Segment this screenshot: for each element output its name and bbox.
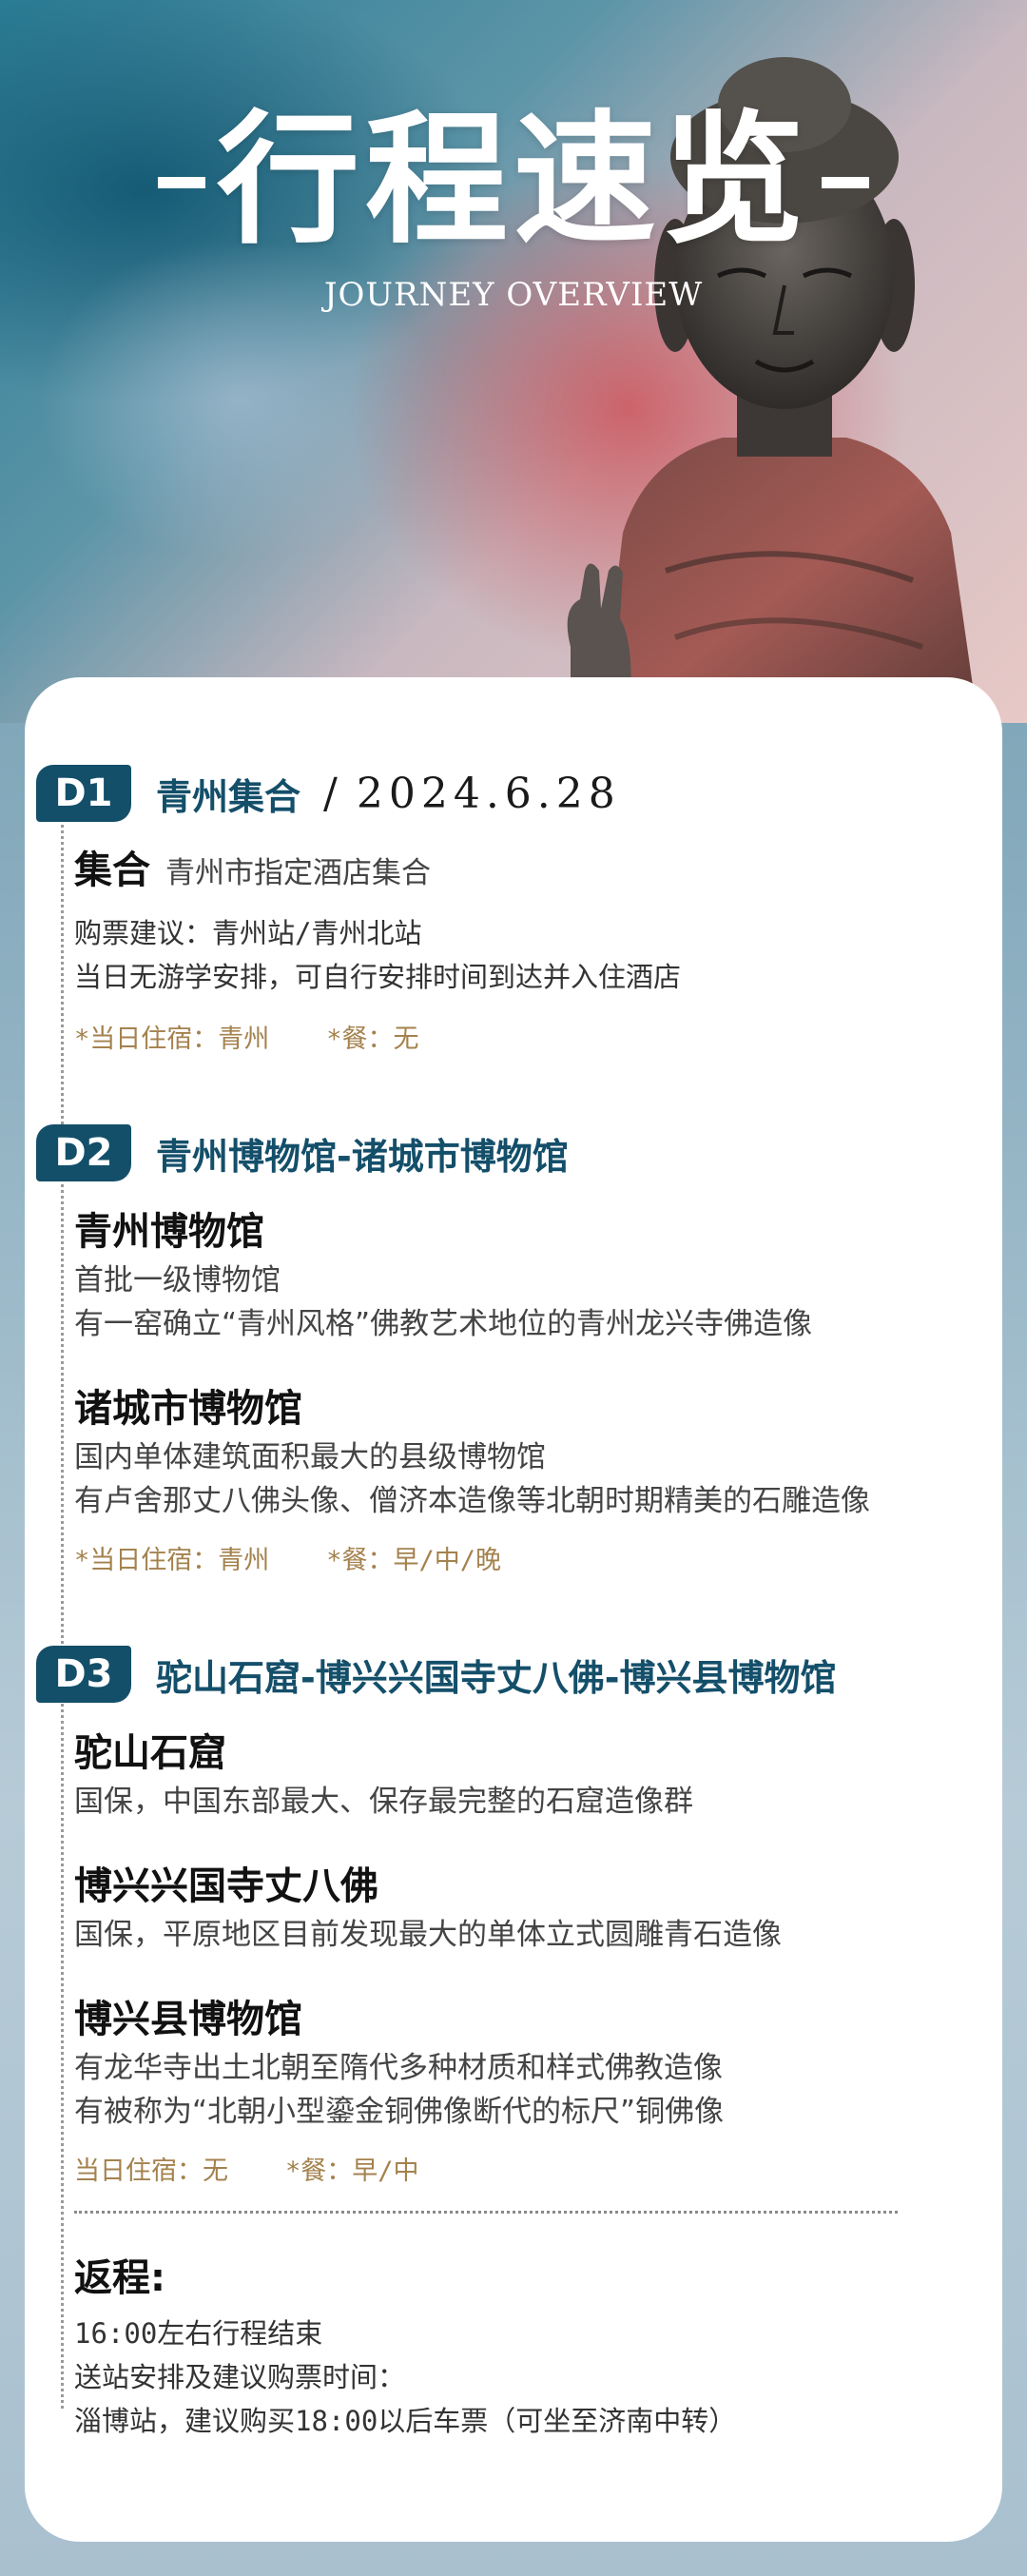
day2-place-desc: 有卢舍那丈八佛头像、僧济本造像等北朝时期精美的石雕造像 (74, 1484, 870, 1518)
day2-place-name: 青州博物馆 (74, 1210, 264, 1254)
day3-tips: 当日住宿：无 *餐：早/中 (74, 2150, 419, 2187)
day1-tips: *当日住宿：青州 *餐：无 (74, 1018, 419, 1055)
day1-badge: D1 (36, 765, 131, 822)
day1-title: 青州集合 (156, 775, 301, 818)
day1-header: D1 青州集合 /2024.6.28 (36, 765, 621, 822)
day2-place-desc: 首批一级博物馆 (74, 1263, 281, 1298)
section-divider (74, 2211, 898, 2214)
day2-place-desc: 有一窑确立“青州风格”佛教艺术地位的青州龙兴寺佛造像 (74, 1307, 813, 1341)
hero-title: 行程速览 (0, 95, 1027, 266)
day3-header: D3 驼山石窟-博兴兴国寺丈八佛-博兴县博物馆 (36, 1646, 837, 1703)
hero-title-text: 行程速览 (216, 98, 810, 263)
timeline-line (61, 801, 64, 2409)
day3-place-desc: 有被称为“北朝小型鎏金铜佛像断代的标尺”铜佛像 (74, 2095, 725, 2129)
return-line: 淄博站，建议购买18:00以后车票（可坐至济南中转） (74, 2405, 737, 2437)
title-dash-right (822, 176, 869, 188)
return-line: 16:00左右行程结束 (74, 2317, 323, 2350)
day2-place-name: 诸城市博物馆 (74, 1387, 302, 1431)
day2-tips: *当日住宿：青州 *餐：早/中/晚 (74, 1539, 501, 1576)
hero-banner: 行程速览 JOURNEY OVERVIEW (0, 0, 1027, 723)
day3-title: 驼山石窟-博兴兴国寺丈八佛-博兴县博物馆 (156, 1656, 837, 1699)
day2-header: D2 青州博物馆-诸城市博物馆 (36, 1124, 569, 1181)
day3-meal: *餐：早/中 (285, 2156, 419, 2186)
day2-stay: *当日住宿：青州 (74, 1546, 270, 1575)
day1-meet-place: 集合 (74, 849, 150, 892)
day3-place-desc: 国保，平原地区目前发现最大的单体立式圆雕青石造像 (74, 1918, 782, 1952)
return-title: 返程: (74, 2256, 165, 2300)
day2-badge: D2 (36, 1124, 131, 1181)
day1-stay: *当日住宿：青州 (74, 1025, 270, 1054)
day1-date: /2024.6.28 (323, 769, 621, 818)
day1-meet-desc: 青州市指定酒店集合 (165, 856, 431, 890)
day2-meal: *餐：早/中/晚 (326, 1546, 502, 1575)
title-dash-left (157, 176, 205, 188)
return-line: 送站安排及建议购票时间： (74, 2361, 406, 2393)
day1-meet: 集合 青州市指定酒店集合 (74, 839, 431, 894)
day3-place-name: 驼山石窟 (74, 1731, 226, 1775)
day2-title: 青州博物馆-诸城市博物馆 (156, 1135, 569, 1178)
day1-meal: *餐：无 (326, 1025, 419, 1054)
day1-date-value: 2024.6.28 (356, 769, 621, 818)
day1-note: 当日无游学安排，可自行安排时间到达并入住酒店 (74, 961, 682, 993)
day3-stay: 当日住宿：无 (74, 2156, 228, 2186)
itinerary-card: D1 青州集合 /2024.6.28 集合 青州市指定酒店集合 购票建议：青州站/… (25, 677, 1002, 2542)
day3-place-name: 博兴兴国寺丈八佛 (74, 1864, 378, 1908)
day2-place-desc: 国内单体建筑面积最大的县级博物馆 (74, 1440, 546, 1474)
hero-subtitle: JOURNEY OVERVIEW (323, 276, 704, 314)
day3-badge: D3 (36, 1646, 131, 1703)
day3-place-desc: 国保，中国东部最大、保存最完整的石窟造像群 (74, 1785, 693, 1819)
day3-place-desc: 有龙华寺出土北朝至隋代多种材质和样式佛教造像 (74, 2051, 723, 2085)
day1-note: 购票建议：青州站/青州北站 (74, 917, 422, 949)
day3-place-name: 博兴县博物馆 (74, 1998, 302, 2041)
